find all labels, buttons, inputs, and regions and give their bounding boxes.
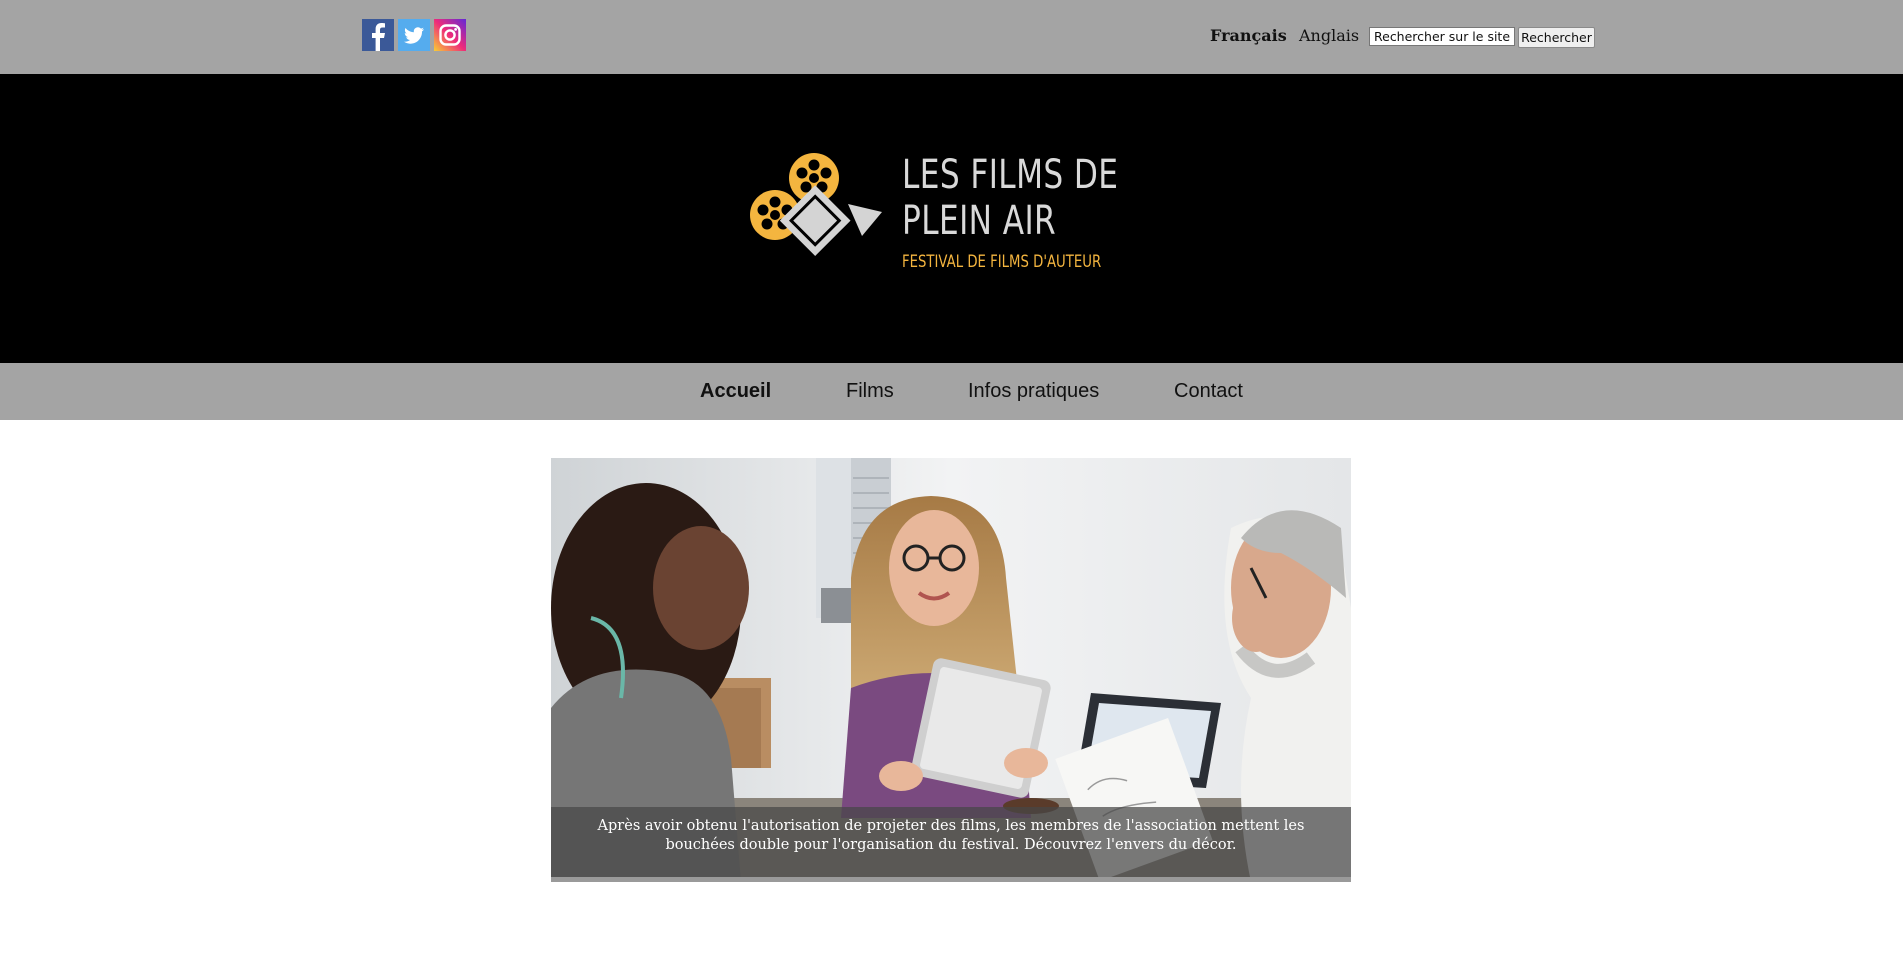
facebook-icon[interactable] xyxy=(362,19,394,51)
top-bar: Français Anglais Rechercher xyxy=(0,0,1903,74)
nav-item-accueil[interactable]: Accueil xyxy=(700,380,771,403)
logo-title-line2: PLEIN AIR xyxy=(902,198,1057,244)
language-french-link[interactable]: Français xyxy=(1210,26,1287,45)
instagram-icon[interactable] xyxy=(434,19,466,51)
logo-title: LES FILMS DE PLEIN AIR xyxy=(902,152,1118,244)
hero-caption: Après avoir obtenu l'autorisation de pro… xyxy=(551,807,1351,877)
search-input[interactable] xyxy=(1369,27,1515,46)
film-camera-icon xyxy=(750,153,882,256)
search-button[interactable]: Rechercher xyxy=(1518,27,1595,48)
logo-title-line1: LES FILMS DE xyxy=(902,152,1119,198)
twitter-icon[interactable] xyxy=(398,19,430,51)
social-links xyxy=(362,19,466,51)
nav-item-contact[interactable]: Contact xyxy=(1174,380,1243,403)
language-english-link[interactable]: Anglais xyxy=(1299,26,1359,45)
logo-tagline: FESTIVAL DE FILMS D'AUTEUR xyxy=(902,252,1102,272)
hero-bottom-bar xyxy=(551,877,1351,882)
main-nav: Accueil Films Infos pratiques Contact xyxy=(0,363,1903,420)
nav-item-films[interactable]: Films xyxy=(846,380,894,403)
header-banner: LES FILMS DE PLEIN AIR FESTIVAL DE FILMS… xyxy=(0,74,1903,363)
hero-slide[interactable]: Après avoir obtenu l'autorisation de pro… xyxy=(551,458,1351,882)
site-logo[interactable]: LES FILMS DE PLEIN AIR FESTIVAL DE FILMS… xyxy=(748,152,1138,282)
nav-item-infos-pratiques[interactable]: Infos pratiques xyxy=(968,380,1099,403)
